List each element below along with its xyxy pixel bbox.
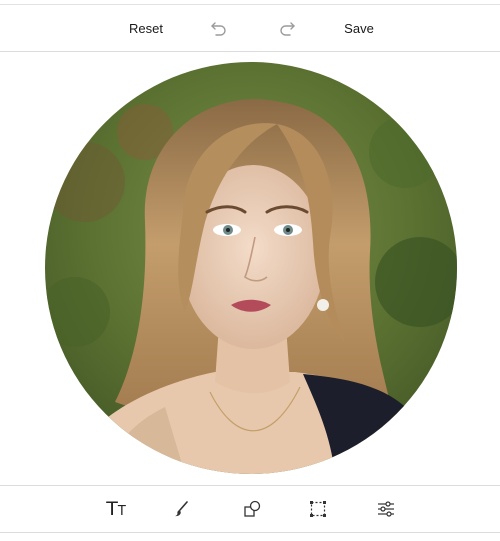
- reset-button[interactable]: Reset: [118, 5, 174, 51]
- adjustments-icon: [378, 501, 394, 517]
- brush-icon: [175, 501, 188, 517]
- undo-icon: [211, 22, 226, 36]
- text-icon-glyph-small: T: [117, 503, 126, 519]
- save-button[interactable]: Save: [332, 5, 386, 51]
- redo-button[interactable]: [272, 5, 302, 51]
- redo-icon: [280, 22, 295, 36]
- undo-button[interactable]: [204, 5, 234, 51]
- portrait-photo[interactable]: [45, 62, 457, 474]
- top-toolbar: Reset Save: [0, 5, 500, 52]
- draw-tool-button[interactable]: [162, 486, 202, 532]
- crop-tool-button[interactable]: [298, 486, 338, 532]
- adjust-tool-button[interactable]: [366, 486, 406, 532]
- crop-icon: [310, 501, 326, 517]
- reset-label: Reset: [129, 20, 163, 36]
- bottom-toolbar: TT: [0, 485, 500, 533]
- shape-tool-button[interactable]: [232, 486, 272, 532]
- text-icon: TT: [106, 497, 126, 520]
- editor-canvas[interactable]: [0, 52, 500, 484]
- portrait-image: [45, 62, 457, 474]
- text-tool-button[interactable]: TT: [96, 486, 136, 532]
- save-label: Save: [344, 20, 374, 36]
- shapes-icon: [244, 500, 261, 517]
- text-icon-glyph-large: T: [106, 497, 118, 520]
